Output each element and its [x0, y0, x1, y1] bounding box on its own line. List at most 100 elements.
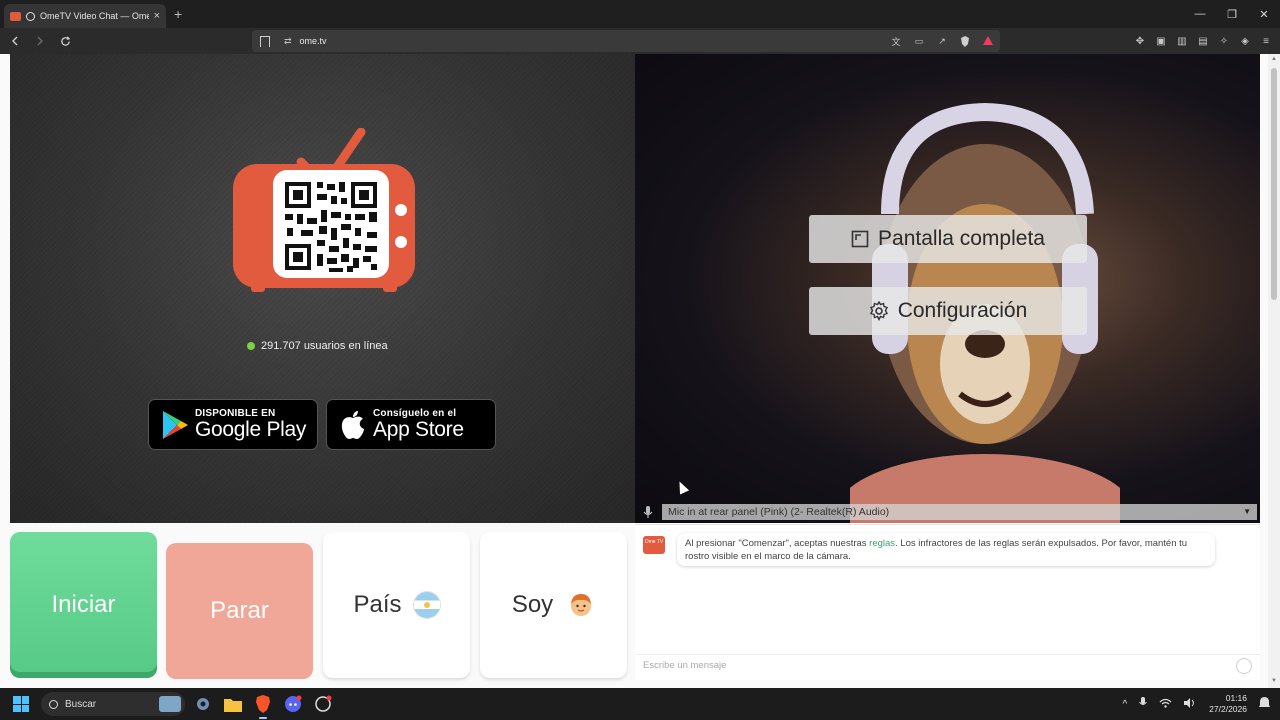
reload-icon [60, 35, 70, 46]
address-bar[interactable]: ⇄ ome.tv 文 ▭ ↗ [252, 30, 1000, 52]
country-button[interactable]: País [323, 532, 470, 678]
settings-label: Configuración [897, 299, 1028, 322]
argentina-flag-icon [413, 592, 440, 618]
notifications-icon[interactable] [1259, 696, 1270, 712]
wallet-icon[interactable]: ▤ [1197, 35, 1209, 47]
browser-tabbar: OmeTV Video Chat — Omeg × + — ❐ ✕ [0, 0, 1280, 28]
tab-search-icon[interactable]: ▣ [1155, 35, 1167, 47]
ometv-page: 291.707 usuarios en línea DISPONIBLE EN … [0, 54, 1280, 688]
sidebar-icon[interactable]: ▥ [1176, 35, 1188, 47]
remote-video-panel: 291.707 usuarios en línea DISPONIBLE EN … [10, 54, 635, 523]
reload-button[interactable] [55, 31, 75, 51]
window-controls: — ❐ ✕ [1184, 0, 1280, 28]
taskbar-clock[interactable]: 01:16 27/2/2026 [1209, 693, 1247, 715]
taskbar-date: 27/2/2026 [1209, 704, 1247, 714]
maximize-button[interactable]: ❐ [1216, 0, 1248, 28]
rules-link[interactable]: reglas [869, 538, 895, 549]
message-input-placeholder: Escribe un mensaje [643, 660, 727, 671]
emoji-icon[interactable] [1236, 658, 1252, 674]
online-status-dot [247, 342, 255, 350]
microphone-tray-icon[interactable] [1139, 696, 1148, 712]
search-highlight-image [159, 696, 181, 712]
system-message: Al presionar "Comenzar", aceptas nuestra… [677, 533, 1215, 566]
back-arrow-icon [12, 36, 18, 46]
country-label: País [353, 591, 402, 618]
forward-button[interactable] [30, 31, 50, 51]
wifi-icon[interactable] [1159, 698, 1172, 711]
leo-ai-icon[interactable]: ✧ [1218, 35, 1230, 47]
browser-tab[interactable]: OmeTV Video Chat — Omeg × [4, 4, 166, 28]
online-users-indicator: 291.707 usuarios en línea [247, 340, 388, 352]
stop-label: Parar [210, 597, 269, 624]
windows-taskbar: Buscar ^ 01:16 27/2/2026 [0, 688, 1280, 720]
cast-icon[interactable]: ▭ [913, 36, 925, 46]
scroll-up-icon[interactable]: ▲ [1270, 56, 1278, 64]
microphone-dropdown[interactable]: Mic in at rear panel (Pink) (2- Realtek(… [662, 504, 1257, 520]
extensions-icon[interactable]: ✥ [1134, 35, 1146, 47]
site-info-icon[interactable]: ⇄ [284, 36, 292, 47]
close-window-button[interactable]: ✕ [1248, 0, 1280, 28]
scrollbar-thumb[interactable] [1271, 68, 1277, 300]
fullscreen-icon [851, 230, 869, 248]
microphone-selected-value: Mic in at rear panel (Pink) (2- Realtek(… [668, 506, 890, 518]
volume-icon[interactable] [1184, 697, 1197, 711]
app-store-badge[interactable]: Consíguelo en el App Store [326, 399, 496, 450]
message-input[interactable]: Escribe un mensaje [635, 654, 1260, 676]
gear-icon [869, 301, 888, 321]
settings-app-icon[interactable] [191, 692, 215, 716]
ometv-favicon-icon [10, 11, 21, 21]
stop-button[interactable]: Parar [166, 543, 313, 679]
chevron-down-icon: ▼ [1243, 507, 1251, 516]
address-bar-actions: 文 ▭ ↗ [890, 30, 994, 52]
microphone-icon [640, 504, 656, 520]
taskbar-search-label: Buscar [65, 698, 97, 710]
back-button[interactable] [5, 31, 25, 51]
discord-icon[interactable] [281, 692, 305, 716]
windows-start-icon[interactable] [13, 696, 29, 712]
vpn-icon[interactable]: ◈ [1239, 35, 1251, 47]
microphone-selector: Mic in at rear panel (Pink) (2- Realtek(… [640, 503, 1257, 521]
fullscreen-label: Pantalla completa [878, 227, 1045, 250]
search-icon [49, 699, 58, 709]
translate-icon[interactable]: 文 [890, 36, 902, 47]
forward-arrow-icon [37, 36, 43, 46]
tab-title: OmeTV Video Chat — Omeg [40, 11, 149, 21]
gender-label: Soy [511, 591, 554, 618]
recording-app-icon[interactable] [311, 692, 335, 716]
taskbar-time: 01:16 [1225, 693, 1247, 703]
brave-rewards-icon[interactable] [982, 36, 994, 46]
menu-icon[interactable]: ≡ [1260, 35, 1272, 47]
url-text[interactable]: ome.tv [300, 36, 327, 46]
browser-toolbar: ⇄ ome.tv 文 ▭ ↗ ✥ ▣ ▥ ▤ ✧ ◈ ≡ [0, 28, 1280, 54]
scroll-down-icon[interactable]: ▼ [1270, 678, 1278, 686]
page-scrollbar[interactable]: ▲ ▼ [1268, 54, 1280, 688]
settings-button[interactable]: Configuración [809, 287, 1087, 335]
google-play-big-text: Google Play [195, 418, 307, 441]
tab-close-button[interactable]: × [154, 10, 160, 22]
online-users-count: 291.707 usuarios en línea [261, 340, 388, 352]
toolbar-actions: ✥ ▣ ▥ ▤ ✧ ◈ ≡ [1134, 28, 1272, 54]
fullscreen-button[interactable]: Pantalla completa [809, 215, 1087, 263]
file-explorer-icon[interactable] [221, 692, 245, 716]
google-play-badge[interactable]: DISPONIBLE EN Google Play [148, 399, 318, 450]
gender-button[interactable]: Soy [480, 532, 627, 678]
start-label: Iniciar [51, 591, 116, 618]
show-hidden-icons-icon[interactable]: ^ [1122, 699, 1127, 710]
ometv-qr-tv-logo [233, 128, 415, 292]
app-store-big-text: App Store [373, 418, 464, 441]
ometv-chat-logo: Ome TV [643, 536, 665, 554]
start-button[interactable]: Iniciar [10, 532, 157, 678]
brave-shields-icon[interactable] [959, 35, 971, 47]
taskbar-search[interactable]: Buscar [41, 692, 185, 716]
system-tray: ^ 01:16 27/2/2026 [1122, 688, 1270, 720]
bookmark-icon[interactable] [260, 35, 270, 47]
brave-browser-icon[interactable] [251, 692, 275, 719]
audio-playing-icon[interactable] [26, 11, 35, 21]
new-tab-button[interactable]: + [174, 6, 182, 22]
minimize-button[interactable]: — [1184, 0, 1216, 28]
apple-icon [333, 410, 373, 440]
chat-panel: Ome TV Al presionar "Comenzar", aceptas … [635, 524, 1260, 680]
share-icon[interactable]: ↗ [936, 36, 948, 46]
google-play-icon [155, 410, 195, 440]
boy-avatar-icon [571, 594, 592, 616]
